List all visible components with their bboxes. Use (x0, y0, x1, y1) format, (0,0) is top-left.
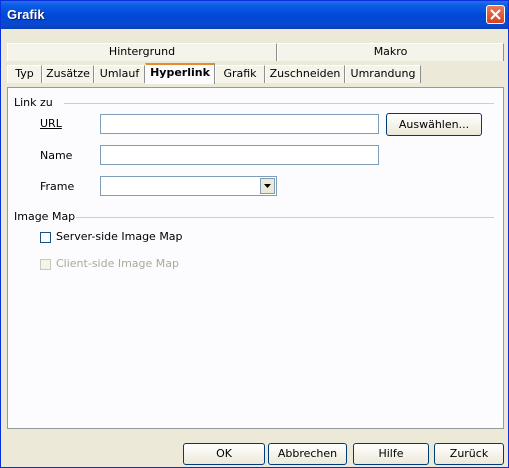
frame-select[interactable] (100, 176, 277, 196)
help-button[interactable]: Hilfe (353, 443, 429, 465)
tab-umrandung[interactable]: Umrandung (345, 65, 421, 83)
url-label: URL (40, 117, 62, 130)
tab-makro[interactable]: Makro (277, 43, 504, 61)
name-label: Name (40, 149, 73, 162)
window-title: Grafik (7, 7, 45, 22)
reset-button-label: Zurück (449, 447, 489, 460)
frame-dropdown-button[interactable] (260, 178, 275, 194)
hyperlink-panel: Link zu URL Auswählen... Name Frame Imag… (7, 87, 504, 429)
tab-grafik[interactable]: Grafik (215, 65, 265, 83)
cancel-button-label: Abbrechen (277, 447, 338, 460)
server-side-checkbox[interactable] (40, 232, 51, 243)
cancel-button[interactable]: Abbrechen (268, 443, 347, 465)
close-button[interactable] (486, 5, 505, 24)
ok-button-label: OK (216, 447, 232, 460)
ok-button[interactable]: OK (183, 443, 265, 465)
frame-label: Frame (40, 180, 75, 193)
chevron-down-icon (264, 184, 271, 188)
client-side-label: Client-side Image Map (56, 257, 180, 270)
link-section-title: Link zu (14, 96, 53, 109)
client-side-checkbox (40, 259, 51, 270)
tab-zuschneiden[interactable]: Zuschneiden (265, 65, 345, 83)
url-input[interactable] (100, 114, 379, 134)
tab-hintergrund[interactable]: Hintergrund (7, 43, 277, 61)
tab-hyperlink[interactable]: Hyperlink (145, 63, 215, 84)
tab-typ[interactable]: Typ (7, 65, 42, 83)
browse-button[interactable]: Auswählen... (386, 113, 482, 136)
name-input[interactable] (100, 145, 379, 165)
close-icon (490, 9, 501, 20)
link-section-divider (64, 103, 494, 104)
reset-button[interactable]: Zurück (434, 443, 504, 465)
dialog-window: Grafik Hintergrund Makro Typ Zusätze Uml… (0, 0, 509, 468)
image-map-section-divider (76, 217, 494, 218)
browse-button-label: Auswählen... (398, 118, 470, 131)
help-button-label: Hilfe (378, 447, 404, 460)
tab-strip: Hintergrund Makro Typ Zusätze Umlauf Hyp… (7, 41, 504, 89)
tab-zusaetze[interactable]: Zusätze (42, 65, 94, 83)
image-map-section-title: Image Map (14, 210, 76, 223)
tab-umlauf[interactable]: Umlauf (94, 65, 145, 83)
server-side-label[interactable]: Server-side Image Map (56, 230, 183, 243)
title-bar[interactable]: Grafik (1, 1, 508, 29)
